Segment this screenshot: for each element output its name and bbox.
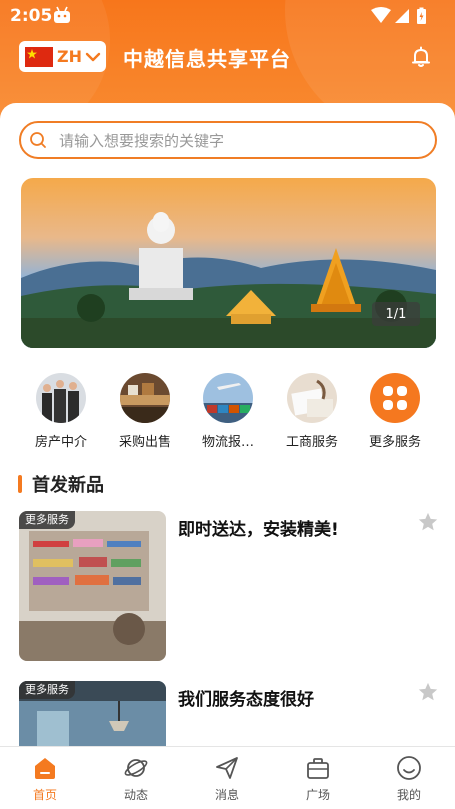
service-real-estate[interactable]: 房产中介 xyxy=(19,373,103,450)
service-business[interactable]: 工商服务 xyxy=(270,373,354,450)
signal-icon xyxy=(395,9,409,23)
planet-icon xyxy=(124,759,148,777)
product-card[interactable]: 更多服务 即时送达，安装精美! xyxy=(19,511,439,661)
product-card[interactable]: 更多服务 我们服务态度很好 xyxy=(19,681,439,746)
smile-icon xyxy=(397,756,421,780)
tab-label: 动态 xyxy=(123,788,148,802)
star-icon[interactable] xyxy=(417,511,439,533)
service-label: 物流报… xyxy=(201,435,254,450)
purchase-photo xyxy=(120,373,170,423)
tab-moments[interactable]: 动态 xyxy=(101,755,171,803)
android-icon xyxy=(54,6,70,23)
tab-label: 广场 xyxy=(305,788,330,802)
send-icon xyxy=(216,757,238,779)
status-time: 2:05 xyxy=(10,6,53,26)
banner-carousel[interactable]: 1/1 xyxy=(21,178,436,348)
service-label: 更多服务 xyxy=(368,435,421,450)
service-label: 采购出售 xyxy=(118,435,171,450)
page-title: 中越信息共享平台 xyxy=(123,47,291,71)
product-thumbnail xyxy=(19,511,166,661)
service-purchase[interactable]: 采购出售 xyxy=(103,373,187,450)
section-header: 首发新品 xyxy=(18,473,104,496)
business-photo xyxy=(287,373,337,423)
tab-label: 消息 xyxy=(214,788,239,802)
service-grid: 房产中介 采购出售 物流报… 工商服务 更多服务 xyxy=(0,373,455,453)
status-icons xyxy=(371,7,426,24)
banner-indicator: 1/1 xyxy=(372,302,420,326)
product-tag: 更多服务 xyxy=(19,511,75,529)
tab-messages[interactable]: 消息 xyxy=(192,755,262,803)
search-input[interactable]: 请输入想要搜索的关键字 xyxy=(19,121,437,159)
grid-icon xyxy=(370,373,420,423)
real-estate-photo xyxy=(36,373,86,423)
section-accent-bar xyxy=(18,475,22,493)
bottom-tab-bar: 首页 动态 消息 广场 我的 xyxy=(0,746,455,809)
service-label: 工商服务 xyxy=(285,435,338,450)
service-more[interactable]: 更多服务 xyxy=(353,373,437,450)
service-logistics[interactable]: 物流报… xyxy=(186,373,270,450)
status-bar: 2:05 xyxy=(0,0,455,32)
tab-home[interactable]: 首页 xyxy=(10,755,80,803)
wifi-icon xyxy=(371,7,391,23)
tab-mine[interactable]: 我的 xyxy=(374,755,444,803)
tab-label: 我的 xyxy=(396,788,421,802)
product-title: 我们服务态度很好 xyxy=(178,690,314,710)
search-placeholder: 请输入想要搜索的关键字 xyxy=(59,131,225,150)
app-header: 2:05 ZH 中越信息共享平台 xyxy=(0,0,455,120)
search-icon xyxy=(30,132,46,148)
china-flag-icon xyxy=(25,46,53,67)
service-label: 房产中介 xyxy=(34,435,87,450)
briefcase-icon xyxy=(307,758,329,779)
product-tag: 更多服务 xyxy=(19,681,75,699)
bell-icon[interactable] xyxy=(409,45,433,69)
star-icon[interactable] xyxy=(417,681,439,703)
main-content: 请输入想要搜索的关键字 1/1 房产中介 采购出售 物流报… 工商服务 更多服务… xyxy=(0,103,455,746)
language-code: ZH xyxy=(57,47,82,66)
product-title: 即时送达，安装精美! xyxy=(178,520,339,540)
tab-plaza[interactable]: 广场 xyxy=(283,755,353,803)
chevron-down-icon xyxy=(85,52,101,61)
logistics-photo xyxy=(203,373,253,423)
language-selector[interactable]: ZH xyxy=(19,41,106,72)
tab-label: 首页 xyxy=(32,788,57,802)
home-icon xyxy=(35,758,55,779)
section-title: 首发新品 xyxy=(32,475,104,496)
